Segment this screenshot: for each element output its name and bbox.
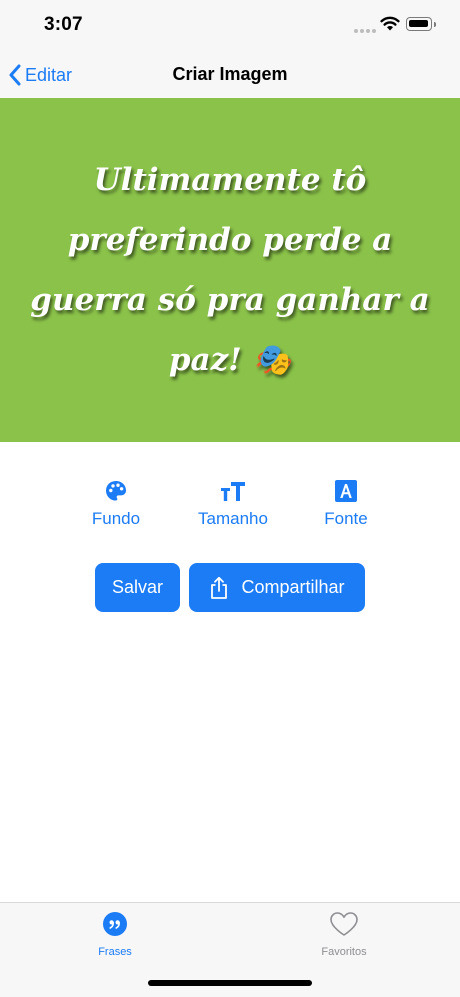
tab-label-phrases: Frases bbox=[98, 946, 132, 958]
quote-image-canvas: Ultimamente tô preferindo perde a guerra… bbox=[0, 98, 460, 442]
share-icon bbox=[211, 576, 228, 599]
cellular-signal-icon bbox=[354, 27, 376, 33]
tool-label-font: Fonte bbox=[324, 509, 368, 528]
font-tool-button[interactable]: Fonte bbox=[296, 478, 396, 529]
quote-bubble-icon bbox=[103, 912, 127, 936]
text-size-icon bbox=[221, 482, 245, 501]
save-button-label: Salvar bbox=[111, 577, 164, 597]
palette-icon bbox=[106, 481, 126, 501]
share-button[interactable]: Compartilhar bbox=[189, 563, 365, 612]
share-button-label: Compartilhar bbox=[241, 577, 345, 597]
tab-favorites[interactable]: Favoritos bbox=[284, 911, 404, 958]
home-indicator bbox=[148, 980, 312, 986]
editor-tools: Fundo Tamanho Fonte bbox=[0, 478, 460, 538]
battery-icon bbox=[406, 17, 436, 31]
save-button[interactable]: Salvar bbox=[95, 563, 180, 612]
heart-icon bbox=[330, 912, 358, 936]
page-title: Criar Imagem bbox=[172, 64, 288, 84]
background-tool-button[interactable]: Fundo bbox=[66, 478, 166, 529]
tab-phrases[interactable]: Frases bbox=[55, 911, 175, 958]
font-icon bbox=[335, 480, 357, 502]
quote-text: Ultimamente tô preferindo perde a guerra… bbox=[30, 162, 430, 378]
status-bar: 3:07 bbox=[0, 0, 460, 52]
tab-label-favorites: Favoritos bbox=[321, 946, 367, 958]
tool-label-size: Tamanho bbox=[198, 509, 268, 528]
wifi-icon bbox=[380, 16, 400, 31]
size-tool-button[interactable]: Tamanho bbox=[183, 478, 283, 529]
status-time: 3:07 bbox=[44, 14, 83, 35]
navigation-bar: Editar Criar Imagem bbox=[0, 52, 460, 99]
tool-label-background: Fundo bbox=[91, 509, 141, 528]
